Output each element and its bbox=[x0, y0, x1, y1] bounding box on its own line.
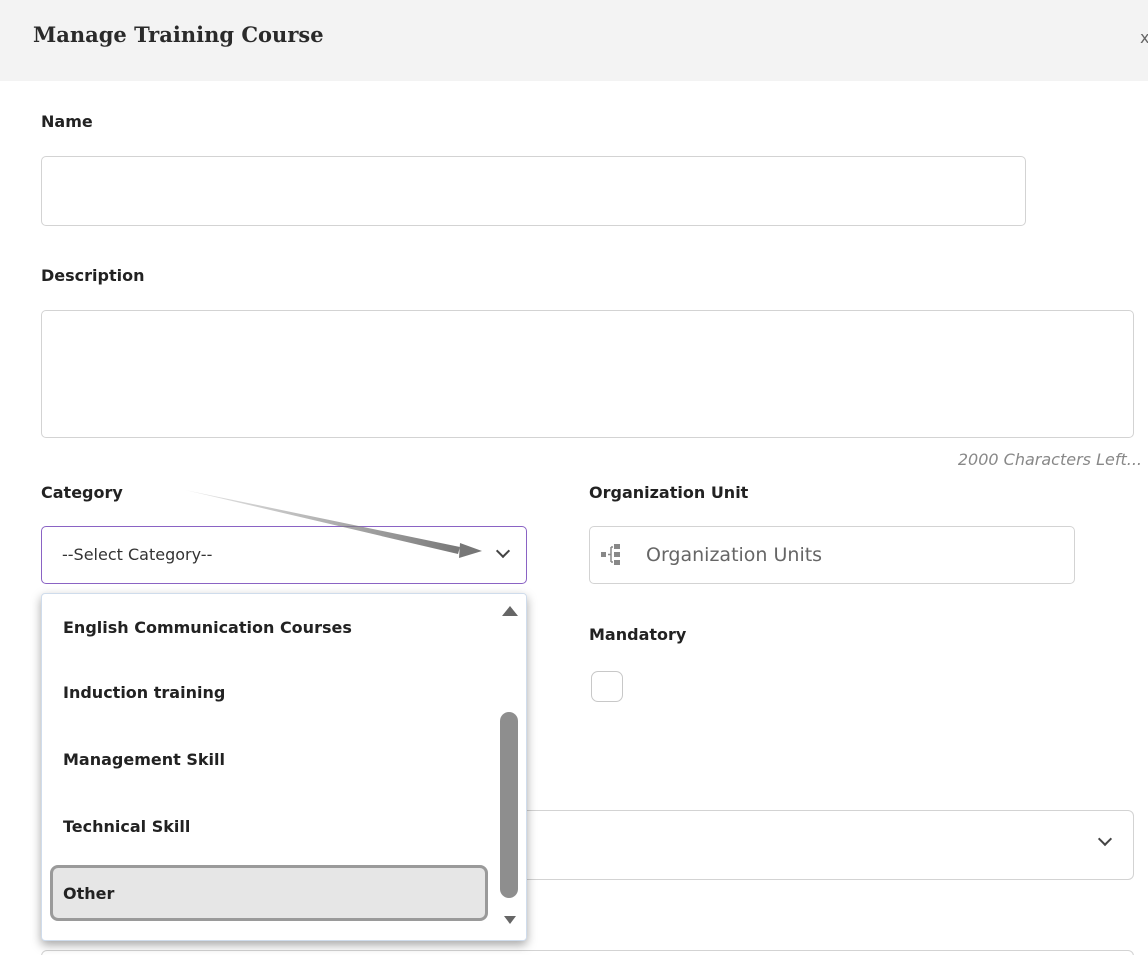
dropdown-option[interactable]: English Communication Courses bbox=[63, 618, 352, 637]
scroll-down-arrow-icon[interactable] bbox=[504, 916, 516, 924]
mandatory-checkbox[interactable] bbox=[591, 671, 623, 702]
description-label: Description bbox=[41, 266, 145, 285]
org-unit-label: Organization Unit bbox=[589, 483, 749, 502]
chevron-down-icon bbox=[1097, 831, 1113, 847]
category-dropdown-list[interactable]: English Communication Courses Induction … bbox=[41, 593, 527, 941]
dialog-title: Manage Training Course bbox=[33, 22, 324, 47]
description-textarea[interactable] bbox=[41, 310, 1134, 438]
mandatory-label: Mandatory bbox=[589, 625, 687, 644]
dropdown-option[interactable]: Induction training bbox=[63, 683, 225, 702]
name-input[interactable] bbox=[41, 156, 1026, 226]
chevron-down-icon bbox=[495, 543, 511, 559]
org-unit-input[interactable]: Organization Units bbox=[589, 526, 1075, 584]
bottom-field[interactable] bbox=[41, 950, 1134, 955]
dialog-header: Manage Training Course x bbox=[0, 0, 1148, 81]
category-label: Category bbox=[41, 483, 123, 502]
org-unit-placeholder: Organization Units bbox=[646, 544, 823, 566]
dropdown-option-label: Other bbox=[63, 884, 115, 903]
org-tree-icon bbox=[601, 544, 620, 565]
category-select-value: --Select Category-- bbox=[62, 545, 213, 564]
dropdown-scrollbar[interactable] bbox=[496, 594, 526, 940]
scroll-thumb[interactable] bbox=[500, 712, 518, 898]
char-count: 2000 Characters Left... bbox=[957, 450, 1142, 469]
close-icon[interactable]: x bbox=[1140, 28, 1148, 47]
dropdown-option[interactable]: Management Skill bbox=[63, 750, 225, 769]
scroll-up-arrow-icon[interactable] bbox=[502, 606, 518, 616]
secondary-select[interactable] bbox=[520, 810, 1134, 880]
name-label: Name bbox=[41, 112, 93, 131]
dropdown-option[interactable]: Technical Skill bbox=[63, 817, 190, 836]
category-select[interactable]: --Select Category-- bbox=[41, 526, 527, 584]
dropdown-option-highlighted[interactable]: Other bbox=[50, 865, 488, 921]
